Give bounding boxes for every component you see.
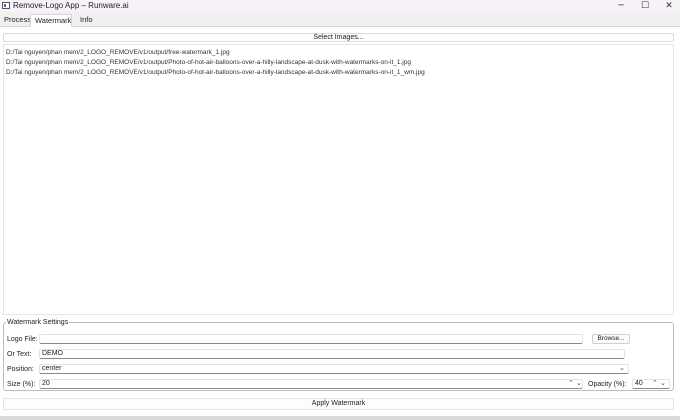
- size-label: Size (%):: [7, 381, 36, 388]
- list-item[interactable]: D:/Tai nguyen/phan mem/2_LOGO_REMOVE/v1/…: [6, 48, 671, 58]
- chevron-down-icon[interactable]: ⌄: [619, 364, 625, 373]
- list-item[interactable]: D:/Tai nguyen/phan mem/2_LOGO_REMOVE/v1/…: [6, 58, 671, 68]
- tab-watermark[interactable]: Watermark: [30, 14, 72, 27]
- logo-file-field[interactable]: [39, 334, 583, 344]
- logo-file-label: Logo File:: [7, 336, 38, 343]
- file-list[interactable]: D:/Tai nguyen/phan mem/2_LOGO_REMOVE/v1/…: [3, 44, 674, 315]
- size-decrement-icon[interactable]: ⌄: [576, 379, 582, 388]
- window-title: Remove-Logo App – Runware.ai: [13, 1, 129, 10]
- opacity-increment-icon[interactable]: ⌃: [652, 379, 658, 388]
- watermark-settings-group: Watermark Settings Logo File: Browse... …: [3, 318, 674, 391]
- window-bottom-edge: [0, 416, 680, 420]
- title-bar: Remove-Logo App – Runware.ai ─ ☐ ✕: [0, 0, 680, 12]
- minimize-icon[interactable]: ─: [609, 0, 633, 12]
- or-text-label: Or Text:: [7, 351, 32, 358]
- or-text-field[interactable]: DEMO: [39, 349, 625, 359]
- tab-info[interactable]: Info: [76, 14, 97, 27]
- browse-button[interactable]: Browse...: [592, 334, 630, 344]
- size-increment-icon[interactable]: ⌃: [568, 379, 574, 388]
- position-select[interactable]: center: [39, 364, 629, 374]
- maximize-icon[interactable]: ☐: [633, 0, 657, 12]
- group-title: Watermark Settings: [6, 318, 70, 327]
- list-item[interactable]: D:/Tai nguyen/phan mem/2_LOGO_REMOVE/v1/…: [6, 68, 671, 78]
- position-label: Position:: [7, 366, 34, 373]
- opacity-label: Opacity (%):: [588, 381, 627, 388]
- opacity-decrement-icon[interactable]: ⌄: [660, 379, 666, 388]
- close-icon[interactable]: ✕: [657, 0, 680, 12]
- select-images-button[interactable]: Select Images...: [3, 33, 674, 42]
- apply-watermark-button[interactable]: Apply Watermark: [3, 398, 674, 410]
- size-spinbox[interactable]: 20: [39, 379, 583, 389]
- tab-bar: Process Watermark Info: [0, 14, 680, 27]
- watermark-panel: Select Images... D:/Tai nguyen/phan mem/…: [0, 27, 680, 416]
- app-icon: [2, 2, 10, 9]
